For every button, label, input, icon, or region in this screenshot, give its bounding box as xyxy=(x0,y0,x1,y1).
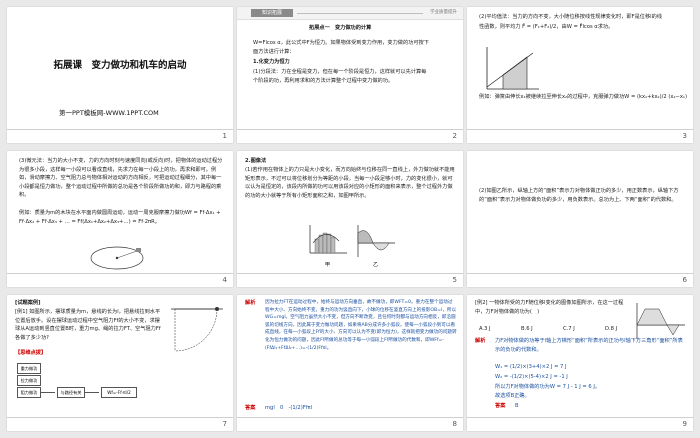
slide-thumbnail-5[interactable]: 2.图像法 (1)若作用在物体上的力只是大小变化，而方向始终与位移在同一直线上，… xyxy=(237,151,463,287)
example-text: 例如：弹簧由伸长x₁被继续拉至伸长x₂的过程中，克服弹力做功W = (kx₁+k… xyxy=(479,94,688,100)
slide-number: 6 xyxy=(682,276,687,284)
slide-number: 5 xyxy=(452,276,457,284)
option-d: D.8 J xyxy=(605,326,618,332)
example-text: [例2] 一物体所受的力F随位移l变化的图像如图所示，在这一过程中，力F对物体做… xyxy=(475,300,624,315)
section-tag: [试题案例] xyxy=(15,300,41,306)
figure-yi-label: 乙 xyxy=(373,262,379,268)
circular-motion-figure xyxy=(90,246,144,270)
slide-footer xyxy=(237,129,463,143)
option-a: A.3 J xyxy=(479,326,491,332)
slide-thumbnail-6[interactable]: (2)如图乙所示，纵轴上方的“面积”表示力对物体做正功的多少，用正数表示，纵轴下… xyxy=(467,151,693,287)
paragraph: (1)若作用在物体上的力只是大小变化，而方向始终与位移在同一直线上，外力做功就不… xyxy=(245,167,455,199)
slide-subtitle: 第一PPT模板网-WWW.1PPT.COM xyxy=(59,109,159,117)
slide-number: 4 xyxy=(222,276,227,284)
answer-text: mgl 0 -(1/2)Ffπl xyxy=(265,405,313,411)
slide-footer xyxy=(237,273,463,287)
section-heading: 拓展点一 变力做功的计算 xyxy=(309,25,372,31)
equation-3: 所以力F对物体做的功为W = 7 J - 1 J = 6 J。 xyxy=(495,384,601,390)
option-b: B.6 J xyxy=(521,326,533,332)
slide-footer xyxy=(467,273,693,287)
spring-force-graph xyxy=(486,47,539,90)
header-divider xyxy=(297,13,423,14)
section-tag: 知识拓展 xyxy=(251,9,293,17)
slide-header-bar: 知识拓展 学业质量提升 xyxy=(237,7,463,20)
slide-thumbnail-2[interactable]: 知识拓展 学业质量提升 拓展点一 变力做功的计算 W=Flcos α，此公式中F… xyxy=(237,7,463,143)
slide-footer xyxy=(467,129,693,143)
flow-box: 拉力做功 xyxy=(17,375,41,386)
example-text: 例如：质量为m的木块在水平面内做圆周运动，运动一周克服摩擦力做功Wf = Ff·… xyxy=(19,210,221,225)
answer-label: 答案 xyxy=(495,403,506,409)
answer-text: B xyxy=(515,403,519,409)
slide-footer xyxy=(7,129,233,143)
slide-number: 2 xyxy=(452,132,457,140)
header-right-label: 学业质量提升 xyxy=(430,10,457,15)
force-displacement-graph xyxy=(636,303,685,339)
text-line: (2)平均值法：当力的方向不变，大小随位移按线性规律变化时，即F是位移l的线 xyxy=(479,14,662,20)
figure-jia-label: 甲 xyxy=(325,262,331,268)
flow-box: Wf=-Ff·πl/2 xyxy=(101,387,137,398)
slide-footer xyxy=(237,417,463,431)
equation-2: W₂ = -(1/2)×(5-4)×2 J = -1 J xyxy=(495,374,568,380)
slide-number: 9 xyxy=(682,420,687,428)
slide-number: 7 xyxy=(222,420,227,428)
pendulum-figure xyxy=(171,307,223,352)
analysis-label: 解析 xyxy=(245,300,256,306)
slide-thumbnail-3[interactable]: (2)平均值法：当力的方向不变，大小随位移按线性规律变化时，即F是位移l的线 性… xyxy=(467,7,693,143)
flow-box: 阻力做功 xyxy=(17,387,41,398)
slide-thumbnail-9[interactable]: [例2] 一物体所受的力F随位移l变化的图像如图所示，在这一过程中，力F对物体做… xyxy=(467,295,693,431)
slide-thumbnail-8[interactable]: 解析 因为拉力FT在运动过程中，始终与运动方向垂直，故不做功，即WFT=0。重力… xyxy=(237,295,463,431)
answer-label: 答案 xyxy=(245,405,256,411)
slide-title: 拓展课 变力做功和机车的启动 xyxy=(53,60,187,71)
paragraph: (3)微元法：当力的大小不变，力的方向时刻与速度同向(或反向)时，把物体的运动过… xyxy=(19,158,223,199)
slide-footer xyxy=(7,273,233,287)
result-text: 故选项B正确。 xyxy=(495,393,530,399)
item-text-2: 个阶段的功，再利用求和的方法计算整个过程中变力做的功。 xyxy=(253,78,394,84)
paragraph: (2)如图乙所示，纵轴上方的“面积”表示力对物体做正功的多少，用正数表示，纵轴下… xyxy=(479,188,679,203)
text-line: 性函数，则平均力 F̄ = (F₁+F₂)/2，由W = F̄lcos α求功。 xyxy=(479,24,614,30)
flow-box: 与路径有关 xyxy=(57,387,85,398)
equation-1: W₁ = (1/2)×(3+4)×2 J = 7 J xyxy=(495,364,567,370)
flow-arrow xyxy=(41,392,55,393)
slide-footer xyxy=(7,417,233,431)
analysis-text: 力F对物体做的功等于l轴上方梯形“面积”所表示的正功与l轴下方三角形“面积”所表… xyxy=(495,338,683,353)
slide-number: 3 xyxy=(682,132,687,140)
item-text: (1)分段法：力在全程是变力，但在每一个阶段是恒力，这样就可以先计算每 xyxy=(253,69,427,75)
flow-arrow xyxy=(85,392,99,393)
item-heading: 1.化变力为恒力 xyxy=(253,59,290,65)
intro-text-2: 面方法进行计算： xyxy=(253,49,295,55)
slide-number: 8 xyxy=(452,420,457,428)
slide-thumbnail-7[interactable]: [试题案例] [例1] 如图所示，摆球质量为m，悬线的长为l，把悬线拉到水平位置… xyxy=(7,295,233,431)
slide-number: 1 xyxy=(222,132,227,140)
intro-text: W=Flcos α，此公式中F为恒力。如果物体受到变力作用，变力做的功可按下 xyxy=(253,40,429,46)
figure-jia xyxy=(309,225,347,254)
slide-thumbnail-4[interactable]: (3)微元法：当力的大小不变，力的方向时刻与速度同向(或反向)时，把物体的运动过… xyxy=(7,151,233,287)
example-text: [例1] 如图所示，摆球质量为m，悬线的长为l，把悬线拉到水平位置后放手。设在摆… xyxy=(15,309,161,341)
figure-yi xyxy=(357,225,395,257)
analysis-text: 因为拉力FT在运动过程中，始终与运动方向垂直，故不做功，即WFT=0。重力在整个… xyxy=(265,300,457,351)
section-heading: 2.图像法 xyxy=(245,158,267,164)
analysis-label: 解析 xyxy=(475,338,486,344)
slide-thumbnail-1[interactable]: 拓展课 变力做功和机车的启动 第一PPT模板网-WWW.1PPT.COM 1 xyxy=(7,7,233,143)
option-c: C.7 J xyxy=(563,326,575,332)
think-heading: 【思维点拨】 xyxy=(15,350,47,356)
flow-box: 重力做功 xyxy=(17,363,41,374)
slide-footer xyxy=(467,417,693,431)
